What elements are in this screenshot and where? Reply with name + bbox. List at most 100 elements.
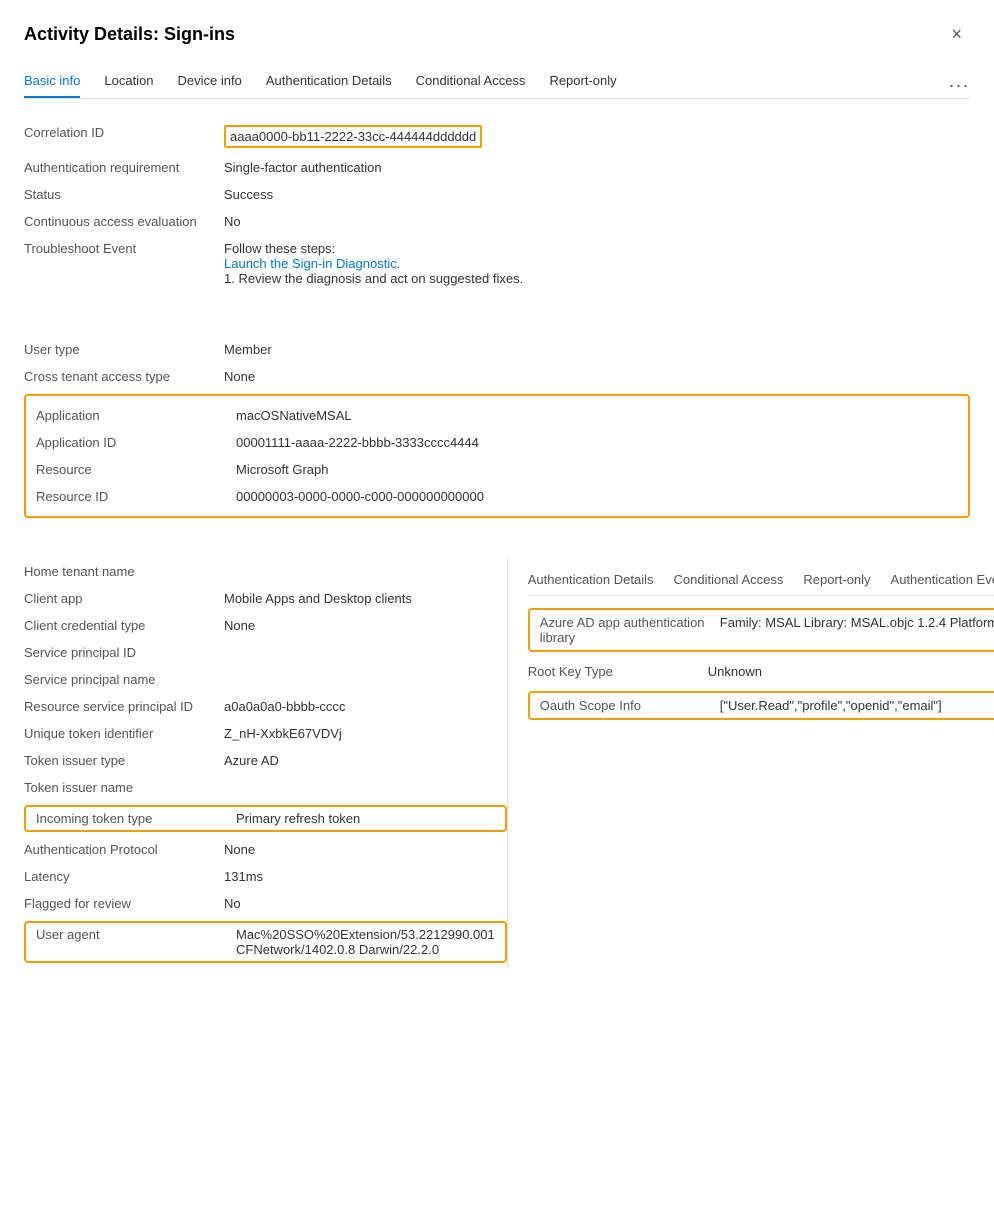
user-section: User type Member Cross tenant access typ… — [24, 336, 970, 518]
client-cred-label: Client credential type — [24, 618, 224, 633]
troubleshoot-row: Troubleshoot Event Follow these steps: L… — [24, 235, 970, 292]
cross-tenant-row: Cross tenant access type None — [24, 363, 970, 390]
troubleshoot-link[interactable]: Launch the Sign-in Diagnostic. — [224, 256, 400, 271]
oauth-scope-inner: Oauth Scope Info ["User.Read","profile",… — [540, 698, 994, 713]
sub-tabs-nav: Authentication Details Conditional Acces… — [528, 566, 994, 596]
resource-service-value: a0a0a0a0-bbbb-cccc — [224, 699, 507, 714]
flagged-row: Flagged for review No — [24, 890, 507, 917]
azure-ad-app-label: Azure AD app authentication library — [540, 615, 720, 645]
cae-row: Continuous access evaluation No — [24, 208, 970, 235]
troubleshoot-label: Troubleshoot Event — [24, 241, 224, 256]
application-id-value: 00001111-aaaa-2222-bbbb-3333cccc4444 — [236, 435, 958, 450]
unique-token-row: Unique token identifier Z_nH-XxbkE67VDVj — [24, 720, 507, 747]
flagged-value: No — [224, 896, 507, 911]
resource-label: Resource — [36, 462, 236, 477]
right-column: Authentication Details Conditional Acces… — [507, 558, 994, 967]
token-issuer-type-value: Azure AD — [224, 753, 507, 768]
unique-token-label: Unique token identifier — [24, 726, 224, 741]
resource-service-row: Resource service principal ID a0a0a0a0-b… — [24, 693, 507, 720]
latency-label: Latency — [24, 869, 224, 884]
left-column: Home tenant name Client app Mobile Apps … — [24, 558, 507, 967]
auth-req-row: Authentication requirement Single-factor… — [24, 154, 970, 181]
auth-protocol-row: Authentication Protocol None — [24, 836, 507, 863]
resource-id-label: Resource ID — [36, 489, 236, 504]
azure-ad-app-inner: Azure AD app authentication library Fami… — [540, 615, 994, 645]
cross-tenant-value: None — [224, 369, 970, 384]
application-id-row: Application ID 00001111-aaaa-2222-bbbb-3… — [36, 429, 958, 456]
resource-service-label: Resource service principal ID — [24, 699, 224, 714]
cross-tenant-label: Cross tenant access type — [24, 369, 224, 384]
dialog: Activity Details: Sign-ins × Basic info … — [0, 0, 994, 1217]
application-group: Application macOSNativeMSAL Application … — [24, 394, 970, 518]
flagged-label: Flagged for review — [24, 896, 224, 911]
root-key-row: Root Key Type Unknown — [528, 658, 994, 685]
correlation-id-highlight: aaaa0000-bb11-2222-33cc-444444dddddd — [224, 125, 482, 148]
application-id-label: Application ID — [36, 435, 236, 450]
client-app-row: Client app Mobile Apps and Desktop clien… — [24, 585, 507, 612]
troubleshoot-step: Follow these steps: — [224, 241, 970, 256]
correlation-id-row: Correlation ID aaaa0000-bb11-2222-33cc-4… — [24, 119, 970, 154]
tab-conditional-access[interactable]: Conditional Access — [416, 65, 526, 98]
dialog-header: Activity Details: Sign-ins × — [24, 20, 970, 49]
dialog-title: Activity Details: Sign-ins — [24, 24, 235, 45]
tab-basic-info[interactable]: Basic info — [24, 65, 80, 98]
auth-protocol-label: Authentication Protocol — [24, 842, 224, 857]
additional-details-content: Azure AD app authentication library Fami… — [528, 608, 994, 720]
application-value: macOSNativeMSAL — [236, 408, 958, 423]
azure-ad-app-value: Family: MSAL Library: MSAL.objc 1.2.4 Pl… — [720, 615, 994, 630]
troubleshoot-value: Follow these steps: Launch the Sign-in D… — [224, 241, 970, 286]
status-value: Success — [224, 187, 970, 202]
latency-row: Latency 131ms — [24, 863, 507, 890]
application-label: Application — [36, 408, 236, 423]
auth-protocol-value: None — [224, 842, 507, 857]
resource-row: Resource Microsoft Graph — [36, 456, 958, 483]
correlation-id-value: aaaa0000-bb11-2222-33cc-444444dddddd — [224, 125, 970, 148]
tab-report-only[interactable]: Report-only — [549, 65, 616, 98]
status-row: Status Success — [24, 181, 970, 208]
azure-ad-app-row: Azure AD app authentication library Fami… — [528, 608, 994, 652]
incoming-token-row: Incoming token type Primary refresh toke… — [24, 805, 507, 832]
client-app-value: Mobile Apps and Desktop clients — [224, 591, 507, 606]
sub-tab-conditional-access[interactable]: Conditional Access — [674, 566, 784, 595]
tab-auth-details[interactable]: Authentication Details — [266, 65, 392, 98]
oauth-scope-label: Oauth Scope Info — [540, 698, 720, 713]
service-principal-name-label: Service principal name — [24, 672, 224, 687]
cae-label: Continuous access evaluation — [24, 214, 224, 229]
unique-token-value: Z_nH-XxbkE67VDVj — [224, 726, 507, 741]
token-issuer-name-row: Token issuer name — [24, 774, 507, 801]
oauth-scope-value: ["User.Read","profile","openid","email"] — [720, 698, 994, 713]
resource-id-value: 00000003-0000-0000-c000-000000000000 — [236, 489, 958, 504]
oauth-scope-row: Oauth Scope Info ["User.Read","profile",… — [528, 691, 994, 720]
client-cred-row: Client credential type None — [24, 612, 507, 639]
user-type-row: User type Member — [24, 336, 970, 363]
root-key-label: Root Key Type — [528, 664, 708, 679]
service-principal-name-row: Service principal name — [24, 666, 507, 693]
resource-value: Microsoft Graph — [236, 462, 958, 477]
token-issuer-type-row: Token issuer type Azure AD — [24, 747, 507, 774]
sub-tab-auth-events[interactable]: Authentication Events — [891, 566, 994, 595]
incoming-token-label: Incoming token type — [36, 811, 236, 826]
sub-tab-auth-details[interactable]: Authentication Details — [528, 566, 654, 595]
home-tenant-row: Home tenant name — [24, 558, 507, 585]
service-principal-id-label: Service principal ID — [24, 645, 224, 660]
sub-tab-report-only[interactable]: Report-only — [803, 566, 870, 595]
client-cred-value: None — [224, 618, 507, 633]
lower-area: Home tenant name Client app Mobile Apps … — [24, 558, 970, 967]
user-agent-label: User agent — [36, 927, 236, 942]
token-issuer-name-label: Token issuer name — [24, 780, 224, 795]
tab-device-info[interactable]: Device info — [178, 65, 242, 98]
cae-value: No — [224, 214, 970, 229]
correlation-id-label: Correlation ID — [24, 125, 224, 140]
status-label: Status — [24, 187, 224, 202]
application-row: Application macOSNativeMSAL — [36, 402, 958, 429]
basic-info-section: Correlation ID aaaa0000-bb11-2222-33cc-4… — [24, 119, 970, 292]
incoming-token-value: Primary refresh token — [236, 811, 495, 826]
user-agent-value: Mac%20SSO%20Extension/53.2212990.001 CFN… — [236, 927, 495, 957]
auth-req-label: Authentication requirement — [24, 160, 224, 175]
close-button[interactable]: × — [943, 20, 970, 49]
tab-location[interactable]: Location — [104, 65, 153, 98]
client-app-label: Client app — [24, 591, 224, 606]
user-type-label: User type — [24, 342, 224, 357]
tabs-more[interactable]: ... — [949, 71, 970, 92]
resource-id-row: Resource ID 00000003-0000-0000-c000-0000… — [36, 483, 958, 510]
